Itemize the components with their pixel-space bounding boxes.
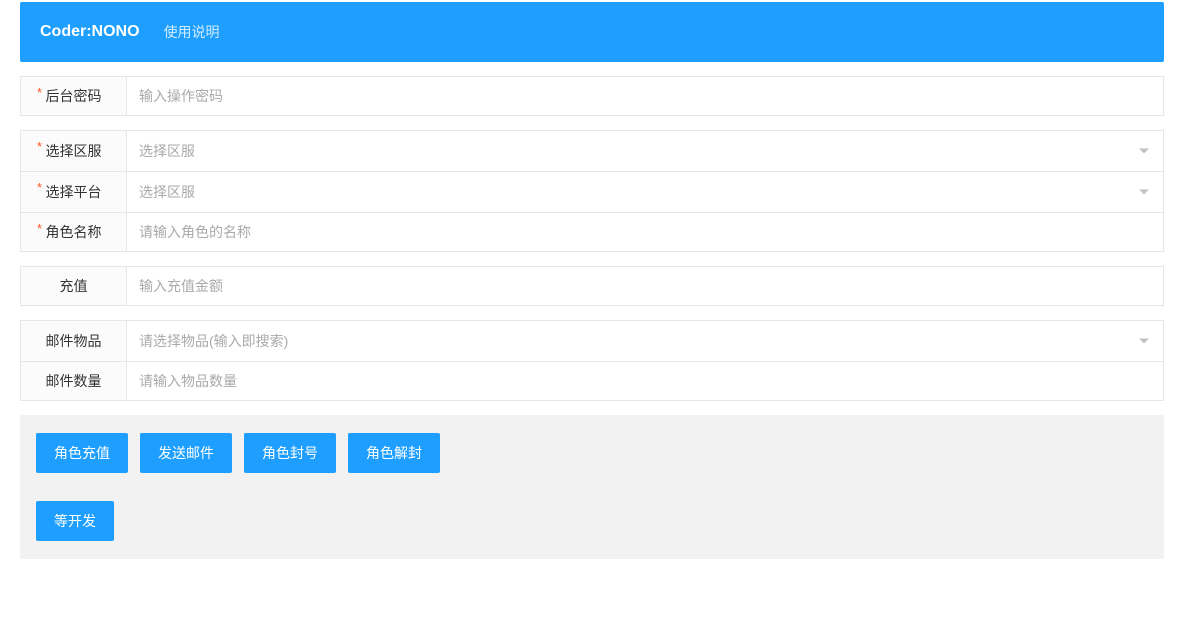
- recharge-button[interactable]: 角色充值: [36, 433, 128, 473]
- control-platform[interactable]: 选择区服: [127, 172, 1163, 212]
- row-server: 选择区服 选择区服: [20, 130, 1164, 172]
- row-platform: 选择平台 选择区服: [20, 171, 1164, 213]
- label-mail-qty: 邮件数量: [21, 362, 127, 400]
- select-server-placeholder: 选择区服: [127, 131, 1163, 171]
- unban-button[interactable]: 角色解封: [348, 433, 440, 473]
- input-password[interactable]: [127, 78, 1163, 114]
- pending-button[interactable]: 等开发: [36, 501, 114, 541]
- header-bar: Coder:NONO 使用说明: [20, 2, 1164, 62]
- control-mail-item[interactable]: 请选择物品(输入即搜索): [127, 321, 1163, 361]
- label-role: 角色名称: [21, 213, 127, 251]
- select-platform-placeholder: 选择区服: [127, 172, 1163, 212]
- brand-title: Coder:NONO: [40, 23, 140, 41]
- block-mail: 邮件物品 请选择物品(输入即搜索) 邮件数量: [20, 320, 1164, 401]
- control-recharge: [127, 267, 1163, 305]
- ban-button[interactable]: 角色封号: [244, 433, 336, 473]
- button-row-2: 等开发: [36, 501, 1148, 541]
- label-server: 选择区服: [21, 131, 127, 171]
- block-password: 后台密码: [20, 76, 1164, 116]
- label-recharge: 充值: [21, 267, 127, 305]
- row-mail-qty: 邮件数量: [20, 361, 1164, 401]
- control-server[interactable]: 选择区服: [127, 131, 1163, 171]
- label-password: 后台密码: [21, 77, 127, 115]
- row-recharge: 充值: [20, 266, 1164, 306]
- control-password: [127, 77, 1163, 115]
- nav-usage[interactable]: 使用说明: [164, 22, 220, 42]
- select-mail-item-placeholder: 请选择物品(输入即搜索): [127, 321, 1163, 361]
- send-mail-button[interactable]: 发送邮件: [140, 433, 232, 473]
- block-target: 选择区服 选择区服 选择平台 选择区服 角色名称: [20, 130, 1164, 252]
- label-mail-item: 邮件物品: [21, 321, 127, 361]
- button-row-1: 角色充值 发送邮件 角色封号 角色解封: [36, 433, 1148, 473]
- input-mail-qty[interactable]: [127, 363, 1163, 399]
- control-mail-qty: [127, 362, 1163, 400]
- row-mail-item: 邮件物品 请选择物品(输入即搜索): [20, 320, 1164, 362]
- block-recharge: 充值: [20, 266, 1164, 306]
- row-role: 角色名称: [20, 212, 1164, 252]
- row-password: 后台密码: [20, 76, 1164, 116]
- control-role: [127, 213, 1163, 251]
- input-recharge[interactable]: [127, 268, 1163, 304]
- input-role[interactable]: [127, 214, 1163, 250]
- action-panel: 角色充值 发送邮件 角色封号 角色解封 等开发: [20, 415, 1164, 559]
- label-platform: 选择平台: [21, 172, 127, 212]
